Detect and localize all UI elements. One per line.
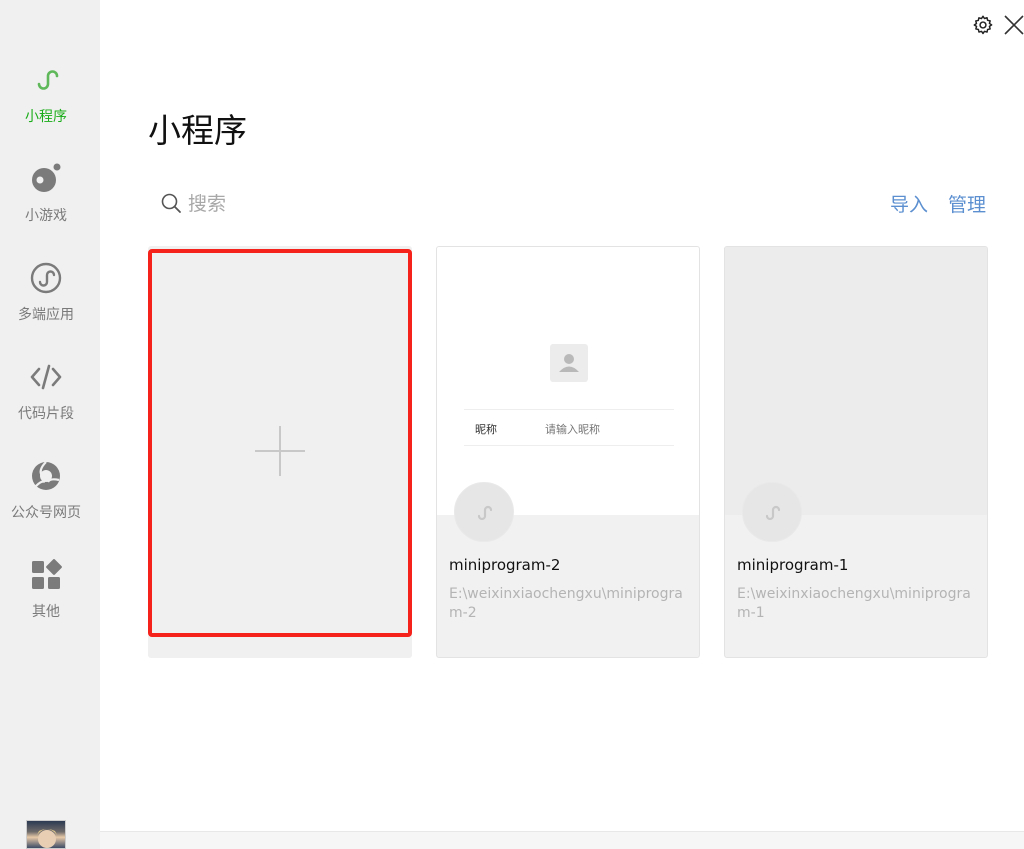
sidebar-item-official-account[interactable]: 公众号网页	[0, 460, 100, 540]
project-card[interactable]: miniprogram-1 E:\weixinxiaochengxu\minip…	[724, 246, 988, 658]
project-name: miniprogram-2	[449, 556, 561, 574]
project-card[interactable]: 昵称 请输入昵称 miniprogram-2 E:\weixinxiaochen…	[436, 246, 700, 658]
preview-divider	[464, 409, 674, 410]
sidebar-item-label: 公众号网页	[11, 505, 81, 521]
project-path: E:\weixinxiaochengxu\miniprogram-1	[737, 586, 971, 621]
sidebar-item-code-snippet[interactable]: 代码片段	[0, 361, 100, 441]
sidebar-item-miniprogram[interactable]: 小程序	[0, 64, 100, 144]
preview-divider	[464, 445, 674, 446]
search-bar	[160, 190, 560, 218]
official-account-icon	[32, 461, 60, 490]
sidebar-item-other[interactable]: 其他	[0, 559, 100, 639]
manage-button[interactable]: 管理	[948, 190, 986, 217]
preview-avatar-icon	[550, 344, 588, 382]
sidebar-item-multi-platform[interactable]: 多端应用	[0, 262, 100, 342]
sidebar-item-label: 小程序	[25, 109, 67, 125]
close-icon[interactable]	[1003, 14, 1024, 36]
multi-platform-icon	[30, 262, 62, 294]
miniprogram-icon	[37, 70, 59, 90]
sidebar-item-label: 小游戏	[25, 208, 67, 224]
sidebar-item-label: 多端应用	[18, 307, 74, 323]
sidebar-item-label: 代码片段	[18, 406, 74, 422]
sidebar-item-label: 其他	[32, 604, 60, 620]
sidebar-item-minigame[interactable]: 小游戏	[0, 163, 100, 243]
search-input[interactable]	[188, 190, 548, 218]
miniprogram-logo-icon	[477, 505, 493, 521]
project-preview	[725, 247, 987, 515]
project-name: miniprogram-1	[737, 556, 849, 574]
preview-field-placeholder: 请输入昵称	[545, 423, 600, 436]
project-logo	[454, 482, 514, 542]
miniprogram-logo-icon	[765, 505, 781, 521]
import-button[interactable]: 导入	[890, 190, 928, 217]
page-title: 小程序	[148, 111, 247, 150]
plus-icon-vertical	[279, 426, 281, 476]
code-icon	[30, 364, 62, 390]
gear-icon[interactable]	[972, 14, 994, 36]
search-icon	[161, 193, 181, 213]
new-project-card[interactable]	[148, 246, 412, 658]
project-preview: 昵称 请输入昵称	[437, 247, 699, 515]
project-path: E:\weixinxiaochengxu\miniprogram-2	[449, 586, 683, 621]
project-logo	[742, 482, 802, 542]
footer-bar	[100, 832, 1024, 849]
preview-field-label: 昵称	[475, 423, 497, 436]
user-avatar	[37, 829, 57, 848]
avatar[interactable]	[26, 820, 66, 849]
sidebar: 小程序 小游戏 多端应用 代码片段 公众号网页 其他	[0, 0, 100, 849]
minigame-icon	[32, 163, 61, 192]
apps-icon	[32, 559, 62, 589]
